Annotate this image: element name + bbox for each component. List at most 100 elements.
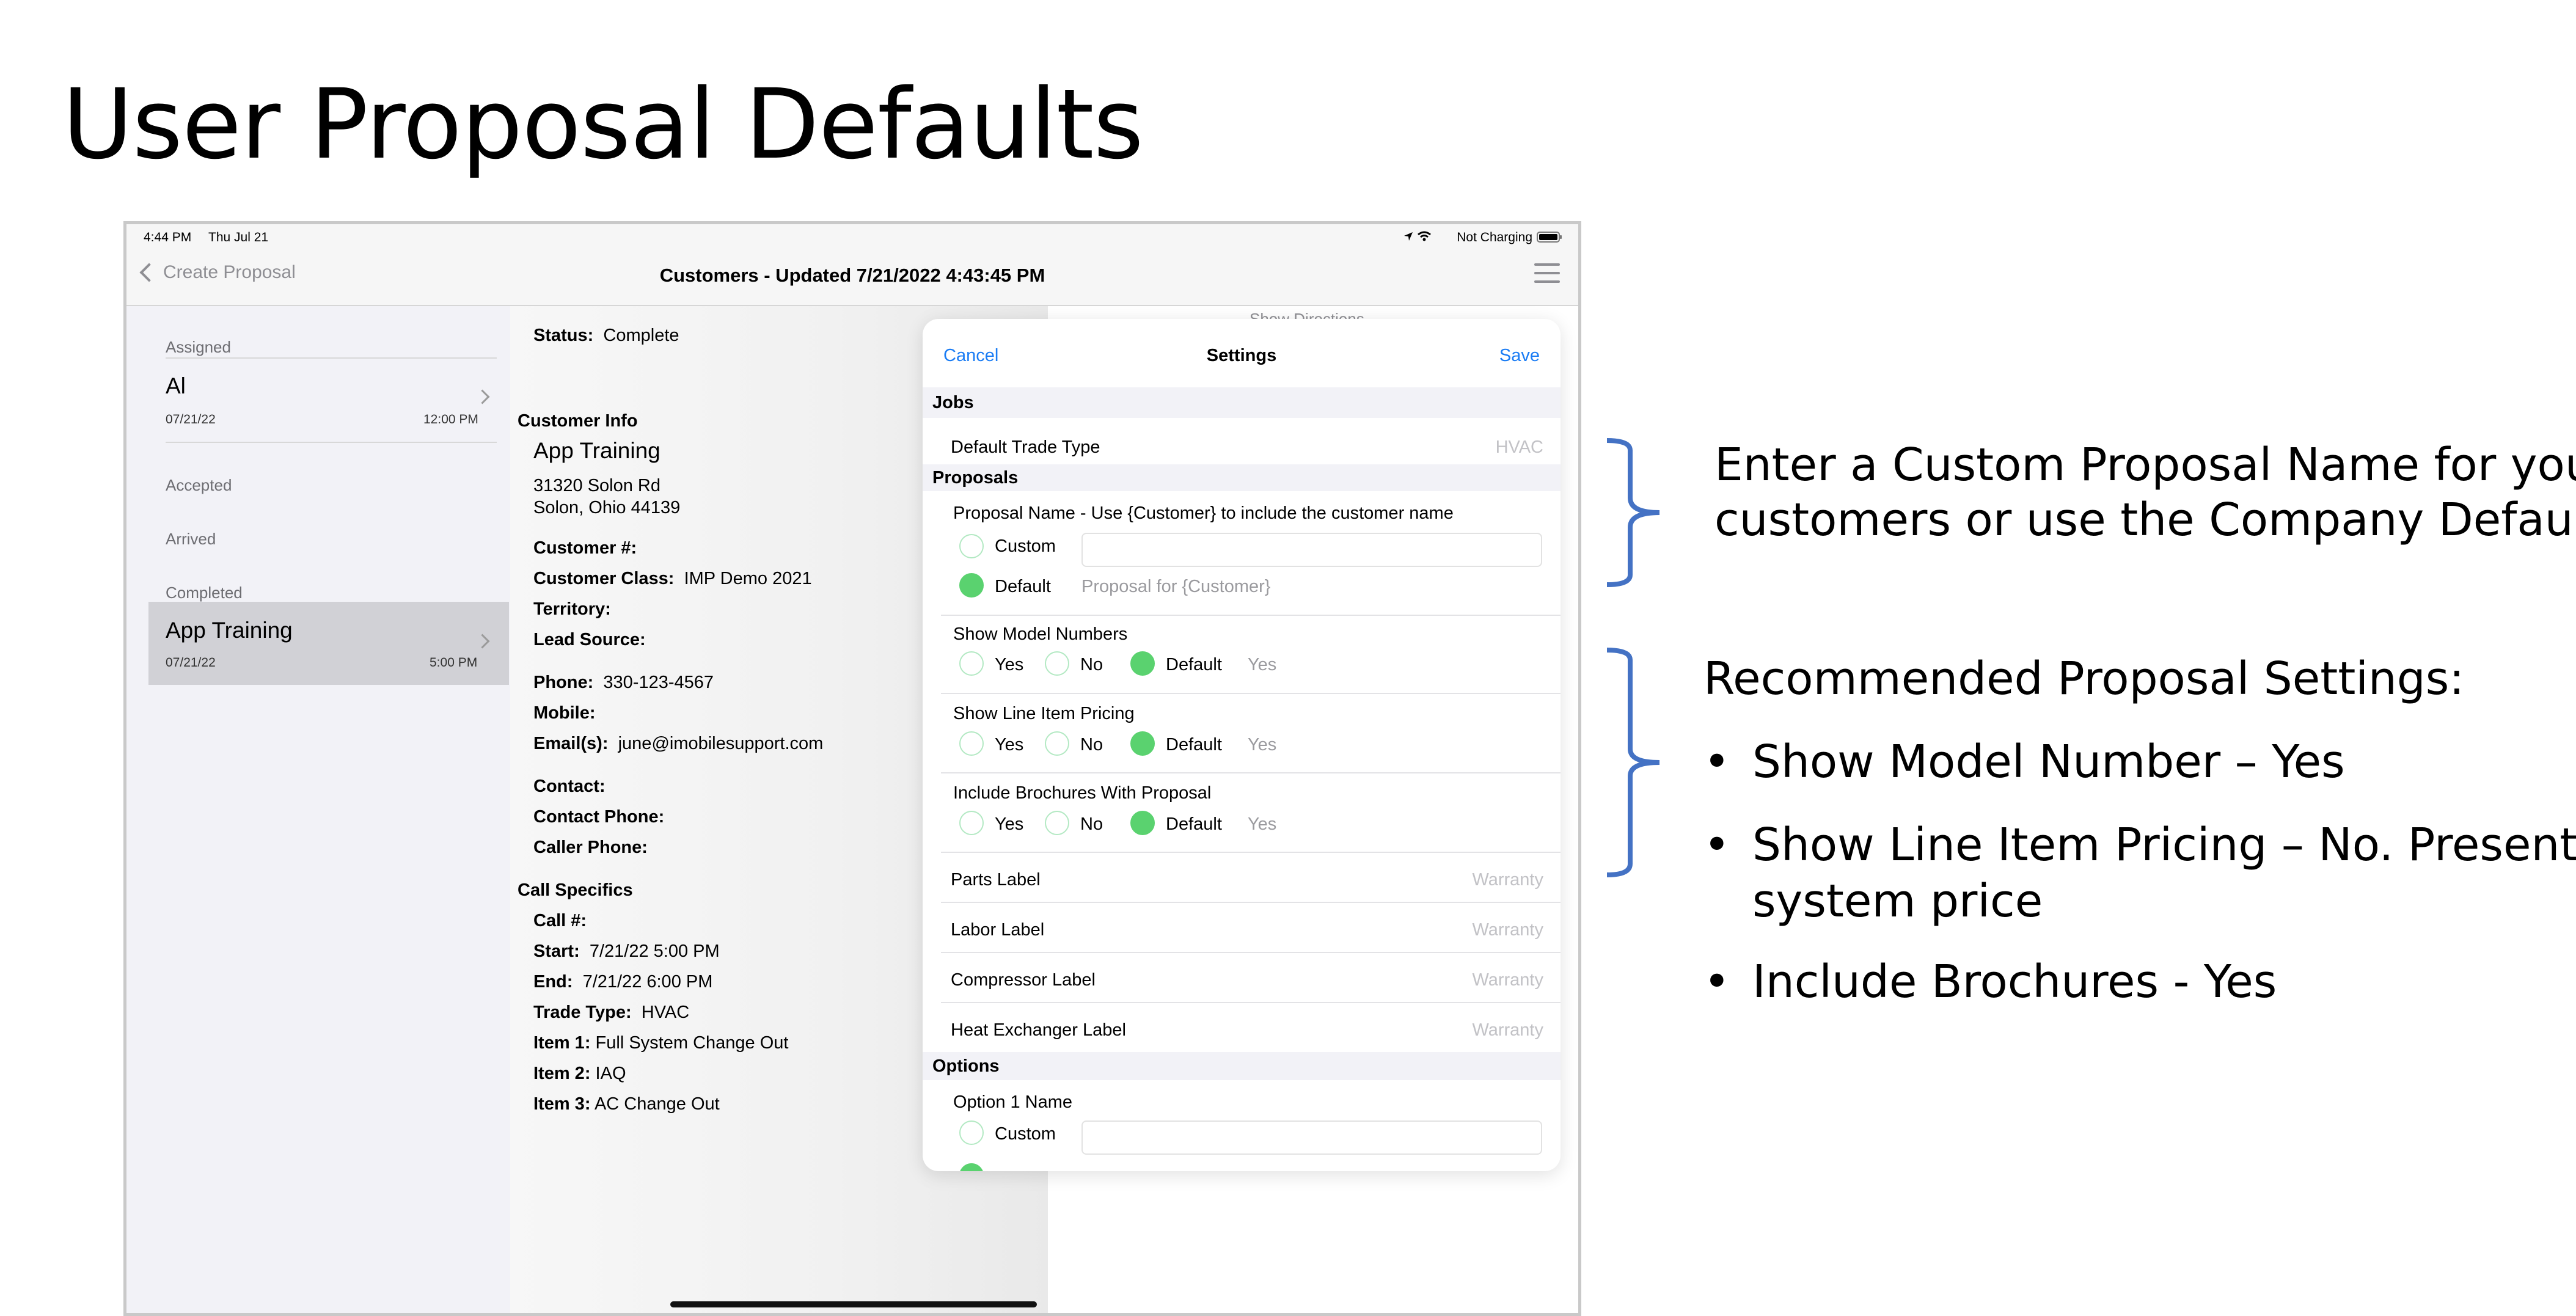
customer-num-label: Customer #: xyxy=(533,538,637,558)
annotation-line2: customers or use the Company Default xyxy=(1714,494,2576,546)
divider xyxy=(166,442,497,443)
default-trade-type-value: HVAC xyxy=(1495,437,1543,457)
status-label: Status: xyxy=(533,326,594,345)
heat-exchanger-value: Warranty xyxy=(1472,1020,1543,1040)
chevron-right-icon xyxy=(475,634,490,649)
proposal-name-custom-radio[interactable] xyxy=(959,534,984,558)
proposals-header: Proposals xyxy=(923,464,1561,491)
item-date: 07/21/22 xyxy=(166,656,216,670)
item2-value: IAQ xyxy=(595,1064,626,1083)
nav-title: Customers - Updated 7/21/2022 4:43:45 PM xyxy=(659,265,1045,286)
default-label: Default xyxy=(1166,655,1222,674)
default-value: Yes xyxy=(1248,655,1277,674)
divider xyxy=(941,615,1561,616)
bullet-1: • Show Model Number – Yes xyxy=(1703,736,2345,788)
email-label: Email(s): xyxy=(533,734,609,753)
parts-label-row[interactable]: Parts Label Warranty xyxy=(923,853,1561,902)
options-header: Options xyxy=(923,1052,1561,1080)
section-completed: Completed xyxy=(166,583,243,602)
ipad-screenshot: 4:44 PM Thu Jul 21 Not Charging Create P… xyxy=(123,221,1581,1316)
status-time: 4:44 PM xyxy=(144,230,192,244)
job-list: Assigned Al 07/21/22 12:00 PM Accepted A… xyxy=(126,306,509,1313)
labor-label-row[interactable]: Labor Label Warranty xyxy=(923,903,1561,952)
brochures-yes-radio[interactable] xyxy=(959,811,984,835)
item-time: 5:00 PM xyxy=(430,656,478,670)
call-specifics-header: Call Specifics xyxy=(518,880,633,900)
list-item-al[interactable]: Al 07/21/22 12:00 PM xyxy=(148,359,509,438)
section-accepted: Accepted xyxy=(166,476,232,494)
lead-source-label: Lead Source: xyxy=(533,630,646,649)
proposal-name-default-radio[interactable] xyxy=(959,573,984,598)
bullet-1-text: Show Model Number – Yes xyxy=(1752,736,2345,788)
yes-label: Yes xyxy=(995,655,1024,674)
model-numbers-no-radio[interactable] xyxy=(1045,651,1069,676)
compressor-label-row[interactable]: Compressor Label Warranty xyxy=(923,953,1561,1002)
divider xyxy=(941,693,1561,694)
default-trade-type-label: Default Trade Type xyxy=(951,437,1100,457)
location-icon xyxy=(1403,232,1413,241)
phone-value[interactable]: 330-123-4567 xyxy=(603,673,714,692)
heat-exchanger-label-row[interactable]: Heat Exchanger Label Warranty xyxy=(923,1003,1561,1052)
bullet-2: • Show Line Item Pricing – No. Present a… xyxy=(1703,819,2576,927)
option1-name-input[interactable] xyxy=(1081,1120,1542,1155)
no-label: No xyxy=(1080,735,1103,755)
item-name: Al xyxy=(166,373,186,398)
list-item-app-training[interactable]: App Training 07/21/22 5:00 PM xyxy=(148,602,509,685)
labor-value: Warranty xyxy=(1472,920,1543,940)
address-line2: Solon, Ohio 44139 xyxy=(533,498,681,517)
caller-phone-label: Caller Phone: xyxy=(533,838,648,857)
email-value[interactable]: june@imobilesupport.com xyxy=(618,734,824,753)
territory-label: Territory: xyxy=(533,599,611,619)
default-trade-type-row[interactable]: Default Trade Type HVAC xyxy=(923,418,1561,464)
item3-label: Item 3: xyxy=(533,1094,591,1114)
parts-value: Warranty xyxy=(1472,870,1543,890)
custom-label: Custom xyxy=(995,536,1056,556)
default-value: Yes xyxy=(1248,735,1277,755)
no-label: No xyxy=(1080,814,1103,834)
annotation-line1: Enter a Custom Proposal Name for your xyxy=(1714,439,2576,491)
battery-status: Not Charging xyxy=(1457,230,1532,244)
default-value: Yes xyxy=(1248,814,1277,834)
section-arrived: Arrived xyxy=(166,530,216,548)
brochures-no-radio[interactable] xyxy=(1045,811,1069,835)
jobs-header: Jobs xyxy=(923,387,1561,418)
option1-default-radio[interactable] xyxy=(959,1163,984,1171)
item1-value: Full System Change Out xyxy=(595,1033,789,1053)
end-value: 7/21/22 6:00 PM xyxy=(582,972,713,992)
save-button[interactable]: Save xyxy=(1499,346,1540,366)
brochures-default-radio[interactable] xyxy=(1130,811,1155,835)
phone-label: Phone: xyxy=(533,673,594,692)
line-pricing-no-radio[interactable] xyxy=(1045,731,1069,756)
item3-value: AC Change Out xyxy=(594,1094,720,1114)
model-numbers-default-radio[interactable] xyxy=(1130,651,1155,676)
parts-label: Parts Label xyxy=(951,870,1041,890)
end-label: End: xyxy=(533,972,573,992)
divider xyxy=(941,772,1561,773)
proposal-name-input[interactable] xyxy=(1081,533,1542,567)
item-date: 07/21/22 xyxy=(166,412,216,426)
battery-icon xyxy=(1537,232,1562,243)
customer-class-value: IMP Demo 2021 xyxy=(684,569,812,588)
section-assigned: Assigned xyxy=(166,338,231,356)
line-pricing-default-radio[interactable] xyxy=(1130,731,1155,756)
bottom-bracket xyxy=(1606,648,1660,877)
bullet-2-text-line2: system price xyxy=(1752,875,2043,927)
option1-custom-radio[interactable] xyxy=(959,1120,984,1145)
bullet-char: • xyxy=(1703,956,1730,1008)
bullet-char: • xyxy=(1703,819,1730,871)
proposal-name-label: Proposal Name - Use {Customer} to includ… xyxy=(953,503,1454,523)
top-bracket xyxy=(1606,438,1660,587)
customer-class-label: Customer Class: xyxy=(533,569,675,588)
line-pricing-yes-radio[interactable] xyxy=(959,731,984,756)
custom-label: Custom xyxy=(995,1124,1056,1144)
address-line1: 31320 Solon Rd xyxy=(533,476,660,495)
heat-exchanger-label: Heat Exchanger Label xyxy=(951,1020,1126,1040)
compressor-value: Warranty xyxy=(1472,970,1543,990)
bullet-3: • Include Brochures - Yes xyxy=(1703,956,2277,1008)
menu-icon[interactable] xyxy=(1534,263,1560,283)
start-label: Start: xyxy=(533,941,580,961)
model-numbers-yes-radio[interactable] xyxy=(959,651,984,676)
call-num-label: Call #: xyxy=(533,911,587,930)
slide-title: User Proposal Defaults xyxy=(62,68,1144,181)
trade-type-value: HVAC xyxy=(641,1003,690,1022)
